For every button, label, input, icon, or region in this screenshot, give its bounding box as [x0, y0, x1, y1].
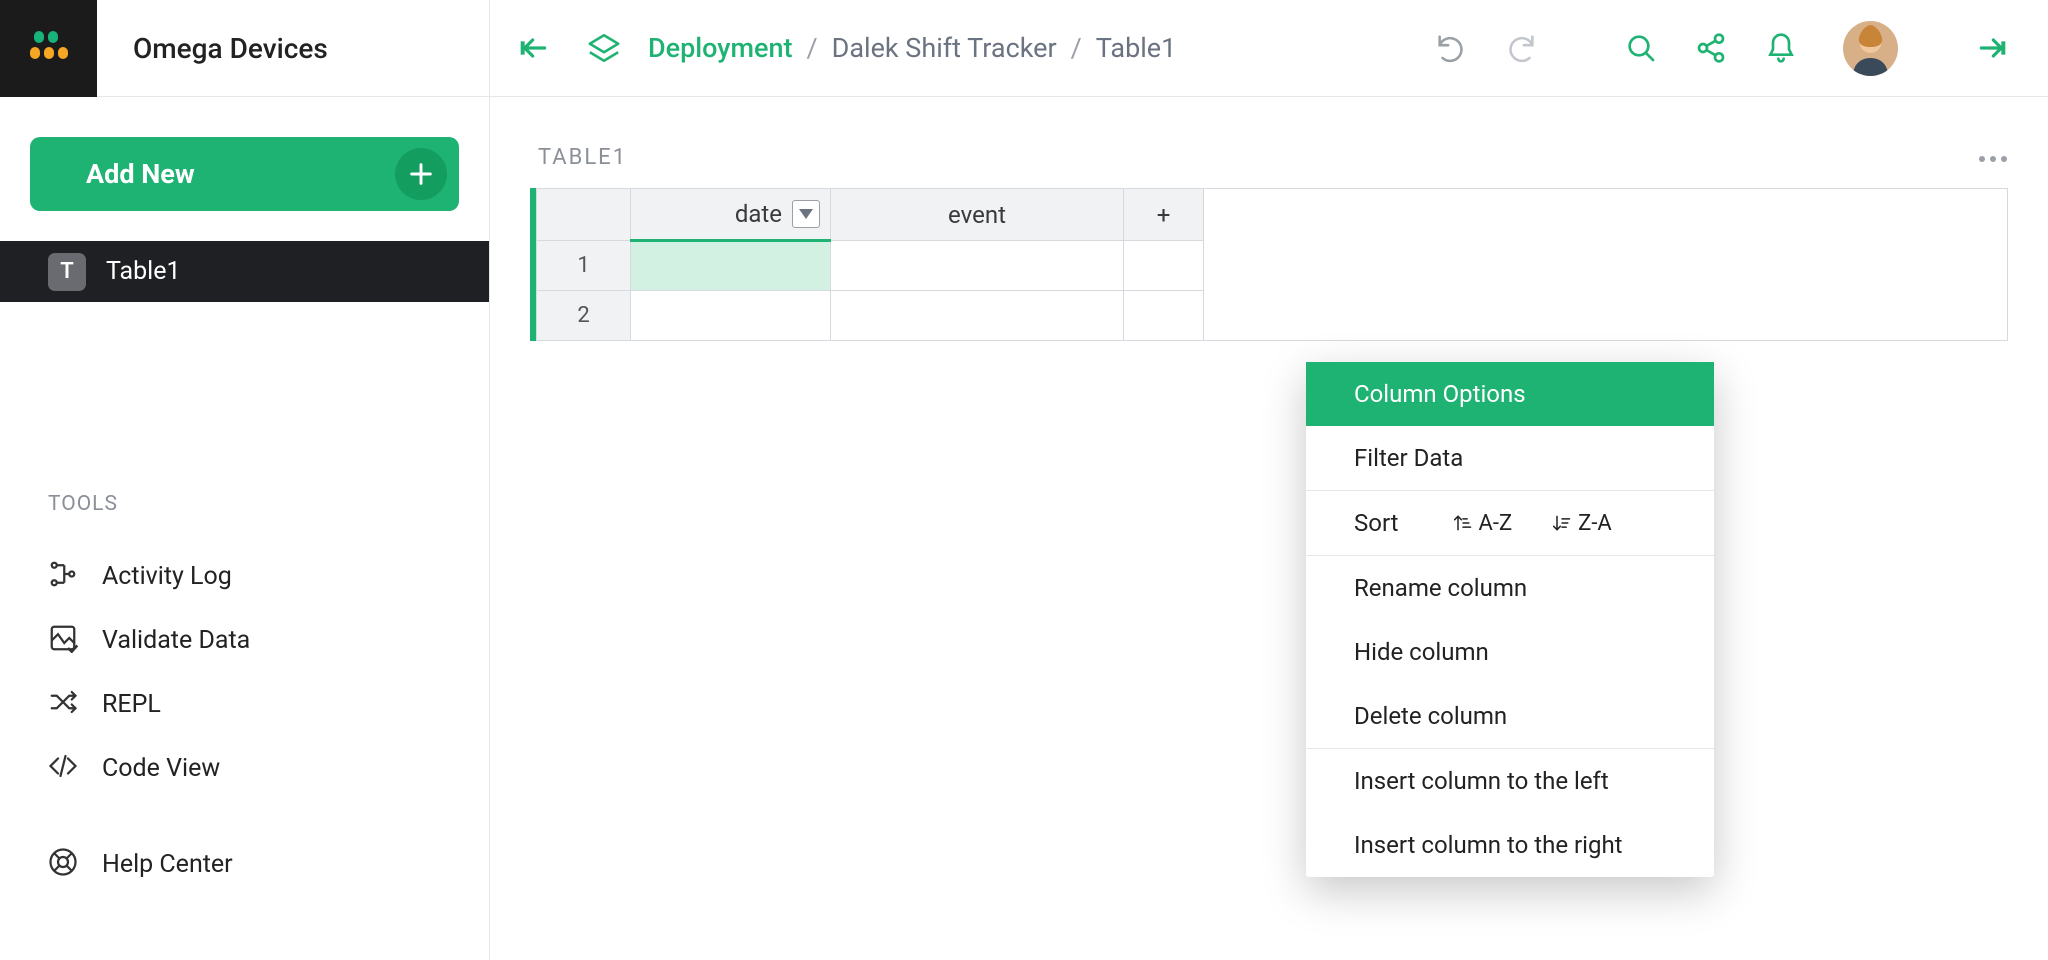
avatar[interactable] — [1843, 21, 1898, 76]
tools-header: TOOLS — [0, 492, 489, 516]
table-row: 2 — [537, 291, 1204, 341]
table-more-button[interactable] — [1978, 148, 2008, 167]
menu-label: Delete column — [1354, 702, 1507, 730]
select-all-cell[interactable] — [537, 189, 631, 241]
cell[interactable] — [631, 241, 831, 291]
sort-asc-label: A-Z — [1479, 511, 1513, 536]
table-title: TABLE1 — [538, 145, 627, 170]
sort-desc-label: Z-A — [1578, 511, 1612, 536]
breadcrumb: Deployment / Dalek Shift Tracker / Table… — [648, 32, 1176, 64]
breadcrumb-mid[interactable]: Dalek Shift Tracker — [832, 32, 1057, 64]
collapse-right-button[interactable] — [1966, 22, 2018, 74]
tool-repl[interactable]: REPL — [0, 672, 489, 736]
menu-column-options[interactable]: Column Options — [1306, 362, 1714, 426]
cell[interactable] — [1124, 241, 1204, 291]
menu-label: Sort — [1354, 509, 1399, 537]
breadcrumb-sep: / — [807, 32, 818, 64]
sidebar-header: Omega Devices — [0, 0, 489, 97]
spreadsheet: date event + — [530, 188, 2008, 341]
menu-rename-column[interactable]: Rename column — [1306, 556, 1714, 620]
add-new-wrap: Add New — [0, 97, 489, 241]
tool-help-center[interactable]: Help Center — [0, 832, 489, 896]
tools-section: TOOLS Activity Log Validate Data REPL Co… — [0, 492, 489, 896]
tool-code-view[interactable]: Code View — [0, 736, 489, 800]
cell[interactable] — [1124, 291, 1204, 341]
row-number[interactable]: 2 — [537, 291, 631, 341]
menu-label: Insert column to the left — [1354, 767, 1609, 795]
menu-insert-left[interactable]: Insert column to the left — [1306, 749, 1714, 813]
redo-button[interactable] — [1495, 22, 1547, 74]
tool-label: Activity Log — [102, 562, 232, 591]
add-new-button[interactable]: Add New — [30, 137, 459, 211]
content: TABLE1 date — [490, 97, 2048, 389]
menu-label: Rename column — [1354, 574, 1527, 602]
column-header-date[interactable]: date — [631, 189, 831, 241]
logo-icon — [28, 27, 70, 69]
cell[interactable] — [831, 291, 1124, 341]
column-header-event[interactable]: event — [831, 189, 1124, 241]
column-label: date — [735, 200, 782, 228]
grid-empty-area[interactable] — [1204, 188, 2008, 341]
org-name[interactable]: Omega Devices — [97, 32, 328, 65]
tool-activity-log[interactable]: Activity Log — [0, 544, 489, 608]
code-icon — [48, 751, 78, 785]
tool-label: Code View — [102, 754, 220, 783]
share-button[interactable] — [1685, 22, 1737, 74]
column-label: event — [948, 201, 1006, 229]
menu-label: Filter Data — [1354, 444, 1463, 472]
column-context-menu: Column Options Filter Data Sort A-Z Z-A … — [1306, 362, 1714, 877]
menu-label: Insert column to the right — [1354, 831, 1623, 859]
validate-icon — [48, 623, 78, 657]
plus-icon: + — [1157, 201, 1171, 229]
breadcrumb-root[interactable]: Deployment — [648, 32, 793, 64]
sidebar-item-label: Table1 — [106, 257, 181, 286]
tool-label: REPL — [102, 690, 161, 719]
layers-icon[interactable] — [578, 22, 630, 74]
sidebar-item-table1[interactable]: T Table1 — [0, 241, 489, 302]
menu-sort: Sort A-Z Z-A — [1306, 491, 1714, 555]
menu-hide-column[interactable]: Hide column — [1306, 620, 1714, 684]
breadcrumb-leaf[interactable]: Table1 — [1096, 32, 1177, 64]
cell[interactable] — [631, 291, 831, 341]
sidebar: Omega Devices Add New T Table1 TOOLS Act… — [0, 0, 490, 960]
activity-icon — [48, 559, 78, 593]
table-letter-icon: T — [48, 253, 86, 291]
topbar-left: Deployment / Dalek Shift Tracker / Table… — [508, 22, 1176, 74]
tool-label: Help Center — [102, 850, 233, 879]
sort-desc-icon — [1552, 513, 1572, 533]
column-menu-button[interactable] — [792, 200, 820, 228]
add-new-label: Add New — [86, 158, 195, 190]
topbar: Deployment / Dalek Shift Tracker / Table… — [490, 0, 2048, 97]
menu-label: Column Options — [1354, 380, 1526, 408]
cell[interactable] — [831, 241, 1124, 291]
menu-insert-right[interactable]: Insert column to the right — [1306, 813, 1714, 877]
help-icon — [48, 847, 78, 881]
table-row: 1 — [537, 241, 1204, 291]
main: Deployment / Dalek Shift Tracker / Table… — [490, 0, 2048, 960]
plus-icon — [395, 148, 447, 200]
row-number[interactable]: 1 — [537, 241, 631, 291]
sort-desc-button[interactable]: Z-A — [1552, 511, 1612, 536]
menu-delete-column[interactable]: Delete column — [1306, 684, 1714, 748]
tool-validate-data[interactable]: Validate Data — [0, 608, 489, 672]
grid-table: date event + — [536, 188, 1204, 341]
menu-label: Hide column — [1354, 638, 1489, 666]
back-button[interactable] — [508, 22, 560, 74]
shuffle-icon — [48, 687, 78, 721]
search-button[interactable] — [1615, 22, 1667, 74]
table-title-row: TABLE1 — [530, 145, 2008, 170]
menu-filter-data[interactable]: Filter Data — [1306, 426, 1714, 490]
tool-label: Validate Data — [102, 626, 250, 655]
notifications-button[interactable] — [1755, 22, 1807, 74]
app-logo[interactable] — [0, 0, 97, 97]
sort-asc-icon — [1453, 513, 1473, 533]
undo-button[interactable] — [1425, 22, 1477, 74]
add-column-button[interactable]: + — [1124, 189, 1204, 241]
breadcrumb-sep: / — [1071, 32, 1082, 64]
sort-asc-button[interactable]: A-Z — [1453, 511, 1513, 536]
